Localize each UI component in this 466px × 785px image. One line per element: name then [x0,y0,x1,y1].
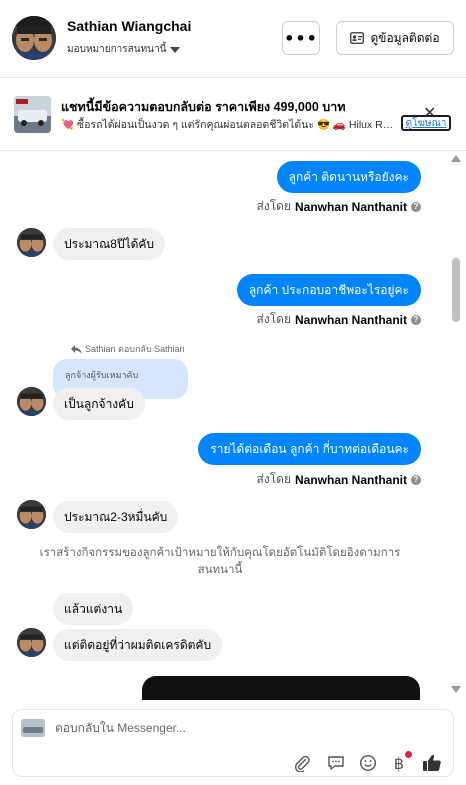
sent-by-prefix: ส่งโดย [256,312,291,326]
reply-composer: ฿ [12,709,454,777]
saved-replies-icon[interactable] [325,752,347,774]
like-thumbs-up-icon[interactable] [421,752,443,774]
attach-icon[interactable] [291,752,313,774]
incoming-message: เป็นลูกจ้างคับ [53,388,145,420]
sent-by-prefix: ส่งโดย [256,199,291,213]
info-icon[interactable]: ? [411,474,421,485]
ad-thumbnail [14,96,51,133]
outgoing-message: ลูกค้า ประกอบอาชีพอะไรอยู่คะ [236,274,421,306]
sent-by-label: ส่งโดย Nanwhan Nanthanit ? [257,310,421,329]
sender-name: Nanwhan Nanthanit [294,199,407,214]
contact-card-icon [350,32,365,44]
messenger-conversation: Sathian Wiangchai มอบหมายการสนทนานี้ •••… [0,0,466,785]
ad-context-thumbnail [21,719,45,737]
system-note: เราสร้างกิจกรรมของลูกค้าเป้าหมายให้กับคุ… [39,547,401,576]
assign-label: มอบหมายการสนทนานี้ [67,44,167,55]
contact-avatar-small[interactable] [17,500,46,529]
info-icon[interactable]: ? [411,314,421,325]
sent-by-label: ส่งโดย Nanwhan Nanthanit ? [257,197,421,216]
reply-note-text: Sathian ตอบกลับ Sathian [85,344,185,354]
ad-description: 💘 ซื้อรถได้ผ่อนเป็นงวด ๆ แต่รักคุณผ่อนตล… [61,119,397,131]
outgoing-message: รายได้ต่อเดือน ลูกค้า กี่บาทต่อเดือนคะ [198,433,421,465]
sender-name: Nanwhan Nanthanit [294,472,407,487]
scroll-down-arrow-icon[interactable] [451,686,461,693]
caret-down-icon [170,46,181,53]
contact-avatar-small[interactable] [17,387,46,416]
view-contact-label: ดูข้อมูลติดต่อ [370,30,440,45]
reply-arrow-icon [71,344,82,354]
ad-title: แชทนี้มีข้อความตอบกลับต่อ ราคาเพียง 499,… [61,100,346,114]
incoming-message: แล้วแต่งาน [53,593,134,625]
more-icon: ••• [284,28,318,48]
sender-name: Nanwhan Nanthanit [294,312,407,327]
message-list: ลูกค้า ติดนานหรือยังคะ ส่งโดย Nanwhan Na… [0,152,466,700]
more-options-button[interactable]: ••• [282,21,320,55]
reply-indicator: Sathian ตอบกลับ Sathian [71,342,185,356]
scroll-up-arrow-icon[interactable] [451,155,461,162]
ad-banner: แชทนี้มีข้อความตอบกลับต่อ ราคาเพียง 499,… [0,79,466,151]
outgoing-media-attachment[interactable] [142,676,420,700]
sent-by-label: ส่งโดย Nanwhan Nanthanit ? [257,470,421,489]
incoming-message: แต่ติดอยู่ที่ว่าผมติดเครดิตคับ [53,629,223,661]
outgoing-message: ลูกค้า ติดนานหรือยังคะ [276,161,421,193]
info-icon[interactable]: ? [411,201,421,212]
conversation-header: Sathian Wiangchai มอบหมายการสนทนานี้ •••… [0,0,466,78]
notification-dot [405,751,412,758]
incoming-message: ประมาณ2-3หมื่นคับ [53,501,179,533]
scrollbar-thumb[interactable] [452,258,460,322]
view-ad-link[interactable]: ดูโฆษณา [401,115,451,131]
emoji-icon[interactable] [357,752,379,774]
contact-name: Sathian Wiangchai [67,18,192,34]
quoted-message-text: ลูกจ้างผู้รับเหมาคับ [65,370,139,380]
sent-by-prefix: ส่งโดย [256,472,291,486]
incoming-message: ประมาณ8ปีได้คับ [53,228,166,260]
contact-avatar-small[interactable] [17,228,46,257]
contact-avatar[interactable] [12,16,56,60]
view-contact-button[interactable]: ดูข้อมูลติดต่อ [336,21,454,55]
assign-conversation-dropdown[interactable]: มอบหมายการสนทนานี้ [67,42,181,57]
reply-input[interactable] [55,721,435,735]
message-scrollbar[interactable] [450,152,462,700]
contact-avatar-small[interactable] [17,628,46,657]
